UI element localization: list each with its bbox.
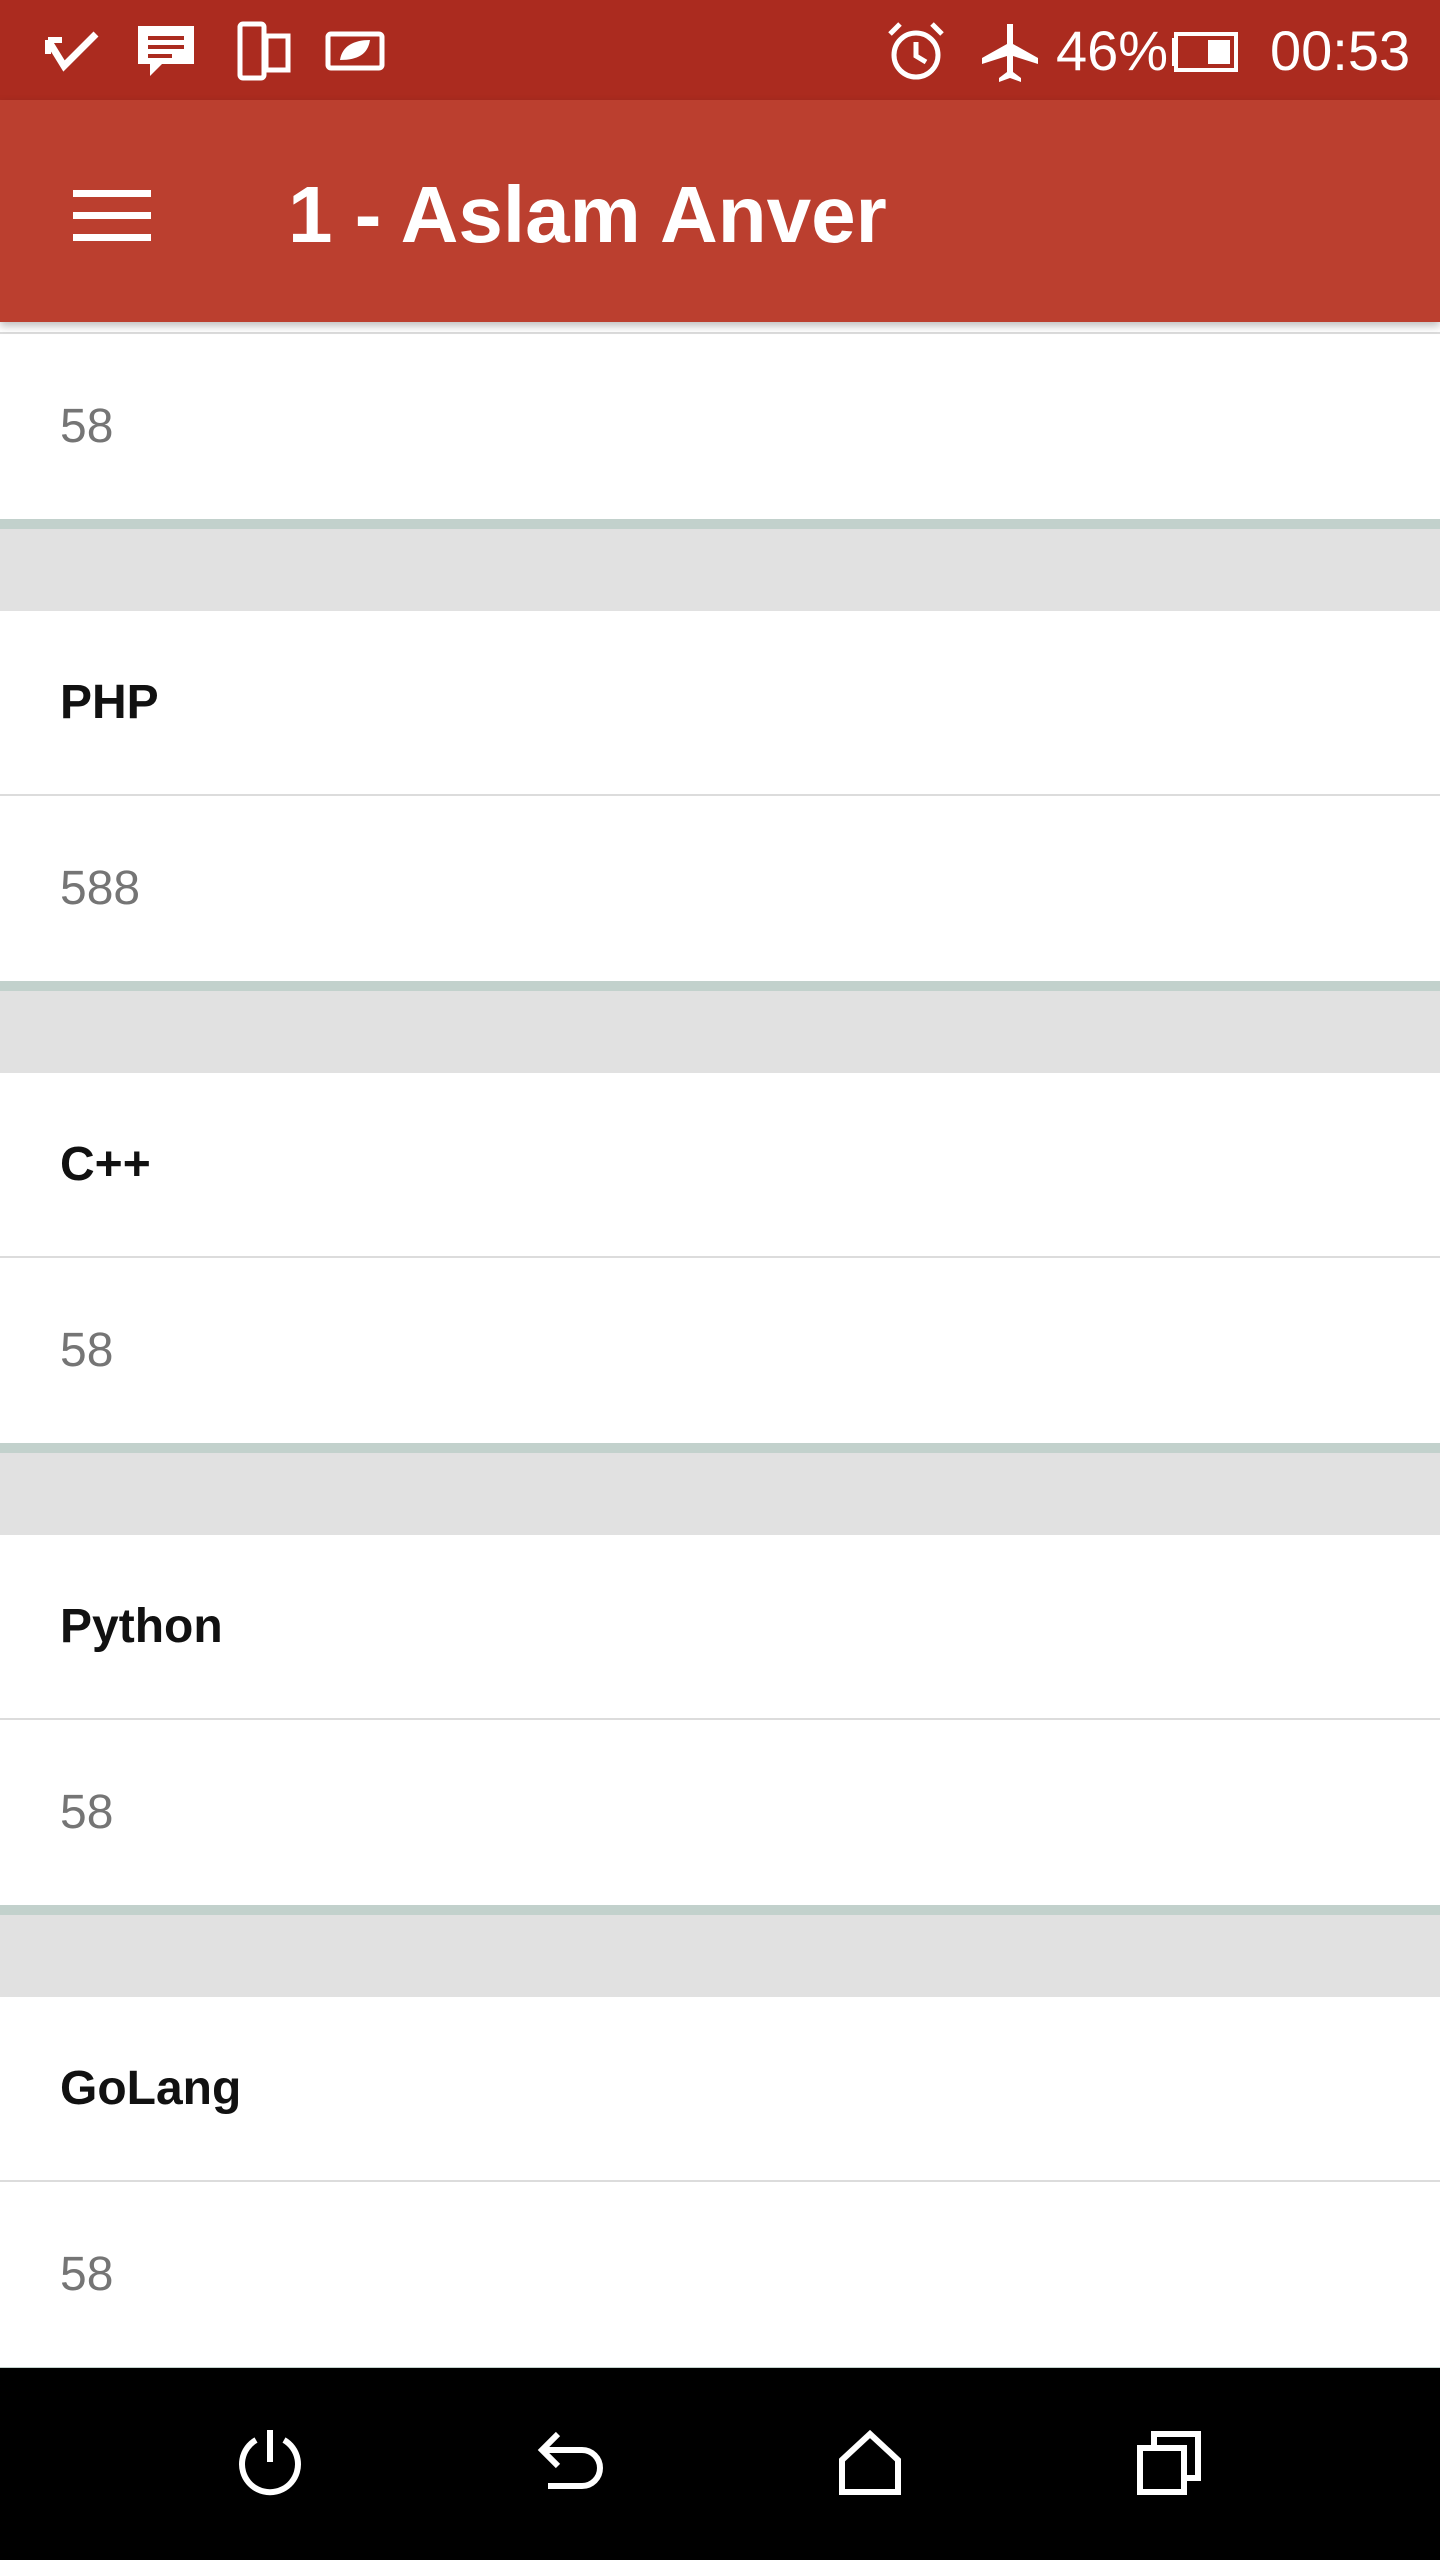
card-gap — [0, 1915, 1440, 1997]
download-done-icon — [40, 20, 104, 84]
back-icon — [532, 2426, 608, 2503]
hamburger-menu-icon — [73, 186, 151, 251]
card-divider — [0, 519, 1440, 529]
home-button[interactable] — [820, 2414, 920, 2514]
list-item[interactable]: GoLang 58 — [0, 1997, 1440, 2367]
card-divider — [0, 1443, 1440, 1453]
page-title: 1 - Aslam Anver — [288, 170, 887, 259]
card-gap — [0, 529, 1440, 611]
battery-percent: 46% — [1056, 19, 1169, 82]
item-name: C++ — [0, 1073, 1440, 1258]
power-button[interactable] — [220, 2414, 320, 2514]
card-divider — [0, 981, 1440, 991]
power-icon — [234, 2426, 306, 2503]
card-gap — [0, 991, 1440, 1073]
recent-apps-button[interactable] — [1120, 2414, 1220, 2514]
app-bar: 1 - Aslam Anver — [0, 100, 1440, 322]
item-value: 588 — [0, 796, 1440, 981]
menu-button[interactable] — [60, 166, 164, 270]
item-value: 58 — [0, 1258, 1440, 1443]
item-name — [0, 322, 1440, 334]
airplane-mode-icon — [978, 20, 1042, 84]
card-gap — [0, 1453, 1440, 1535]
list-item[interactable]: PHP 588 — [0, 611, 1440, 981]
item-value: 58 — [0, 334, 1440, 519]
battery-icon — [1170, 20, 1240, 84]
content-list[interactable]: 58 PHP 588 C++ 58 Python 58 GoLang 58 — [0, 322, 1440, 2368]
list-item[interactable]: 58 — [0, 322, 1440, 519]
back-button[interactable] — [520, 2414, 620, 2514]
alarm-icon — [884, 20, 948, 84]
item-value: 58 — [0, 2182, 1440, 2367]
item-name: GoLang — [0, 1997, 1440, 2182]
list-item[interactable]: C++ 58 — [0, 1073, 1440, 1443]
list-scroll: 58 PHP 588 C++ 58 Python 58 GoLang 58 — [0, 322, 1440, 2368]
message-icon — [134, 20, 198, 84]
status-bar: 46% 00:53 — [0, 0, 1440, 100]
item-value: 58 — [0, 1720, 1440, 1905]
navigation-bar — [0, 2368, 1440, 2560]
item-name: Python — [0, 1535, 1440, 1720]
recent-apps-icon — [1134, 2426, 1206, 2503]
devices-icon — [232, 20, 296, 84]
list-item[interactable]: Python 58 — [0, 1535, 1440, 1905]
card-divider — [0, 1905, 1440, 1915]
power-saver-icon — [324, 20, 388, 84]
item-name: PHP — [0, 611, 1440, 796]
home-icon — [834, 2426, 906, 2503]
clock: 00:53 — [1270, 19, 1411, 82]
